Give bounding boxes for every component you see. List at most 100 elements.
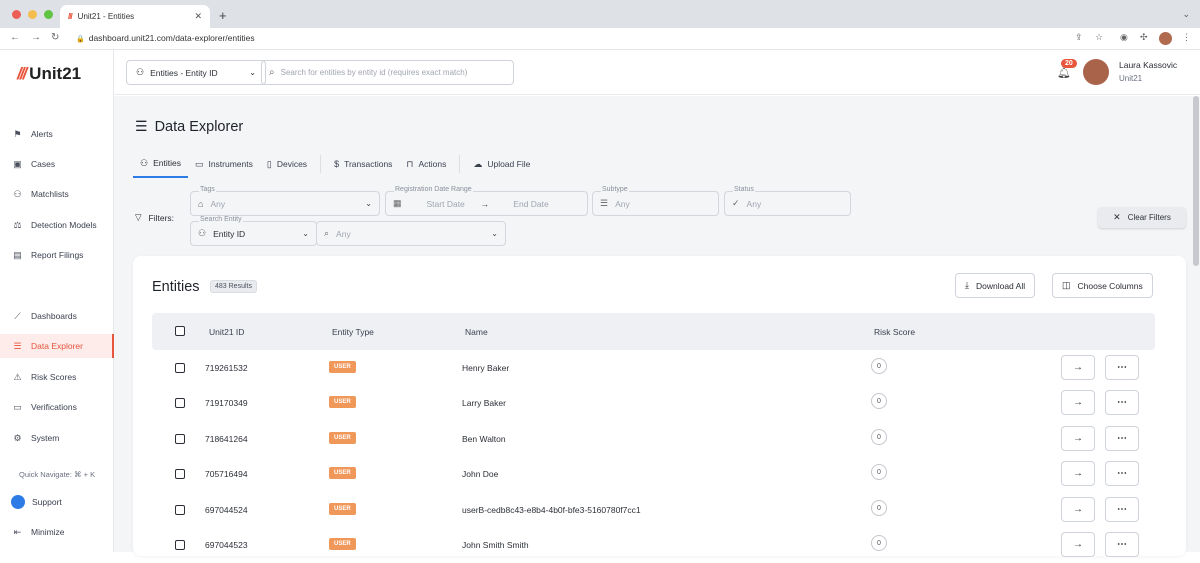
open-entity-arrow-button[interactable]: →	[1061, 390, 1095, 415]
open-entity-arrow-button[interactable]: →	[1061, 426, 1095, 451]
extension-icon[interactable]: ◉	[1120, 32, 1128, 43]
sidebar-item-report-filings[interactable]: ▤ Report Filings	[0, 243, 114, 267]
lock-icon: ⊓	[406, 158, 414, 169]
tab-devices[interactable]: ▯ Devices	[260, 150, 314, 178]
date-filter-label: Registration Date Range	[394, 186, 473, 193]
open-entity-arrow-button[interactable]: →	[1061, 497, 1095, 522]
status-filter-label: Status	[733, 186, 755, 193]
open-entity-arrow-button[interactable]: →	[1061, 532, 1095, 557]
sidebar-item-verifications[interactable]: ▭ Verifications	[0, 395, 114, 419]
sidebar-item-detection-models[interactable]: ⚖ Detection Models	[0, 213, 114, 237]
name-cell[interactable]: Larry Baker	[462, 398, 506, 408]
name-cell[interactable]: John Smith Smith	[462, 540, 529, 550]
reload-icon[interactable]: ↻	[51, 32, 59, 43]
sidebar-item-alerts[interactable]: ⚑ Alerts	[0, 122, 114, 146]
maximize-window-button[interactable]	[44, 10, 53, 19]
end-date-field[interactable]: End Date	[513, 199, 548, 209]
share-icon[interactable]: ⇪	[1075, 32, 1083, 43]
sidebar-item-matchlists[interactable]: ⚇ Matchlists	[0, 182, 114, 206]
sidebar-item-cases[interactable]: ▣ Cases	[0, 152, 114, 176]
user-icon: ⚇	[136, 67, 145, 77]
more-actions-button[interactable]: ⋯	[1105, 426, 1139, 451]
window-controls[interactable]	[12, 10, 53, 19]
more-actions-button[interactable]: ⋯	[1105, 497, 1139, 522]
open-entity-arrow-button[interactable]: →	[1061, 355, 1095, 380]
more-actions-button[interactable]: ⋯	[1105, 390, 1139, 415]
url-field[interactable]: 🔒 dashboard.unit21.com/data-explorer/enti…	[76, 33, 255, 43]
forward-icon[interactable]: →	[31, 32, 41, 43]
column-header-entity-type[interactable]: Entity Type	[332, 327, 374, 337]
browser-menu-icon[interactable]: ⋮	[1182, 32, 1191, 43]
close-window-button[interactable]	[12, 10, 21, 19]
sidebar-item-dashboards[interactable]: ⟋ Dashboards	[0, 304, 114, 328]
tab-upload-file[interactable]: ☁ Upload File	[466, 150, 537, 178]
table-row[interactable]: 719170349 USER Larry Baker 0 → ⋯	[152, 386, 1155, 421]
table-row[interactable]: 719261532 USER Henry Baker 0 → ⋯	[152, 351, 1155, 386]
open-entity-arrow-button[interactable]: →	[1061, 461, 1095, 486]
tab-divider	[459, 155, 461, 173]
tags-filter[interactable]: Tags ⌂ Any ⌄	[190, 186, 380, 216]
search-entity-type-select[interactable]: Search Entity ⚇ Entity ID ⌄	[190, 216, 317, 246]
minimize-sidebar-button[interactable]: ⇤ Minimize	[0, 520, 114, 544]
status-filter[interactable]: Status ✓ Any	[724, 186, 851, 216]
row-checkbox[interactable]	[175, 363, 185, 373]
column-header-unit21-id[interactable]: Unit21 ID	[209, 327, 244, 337]
sidebar-item-risk-scores[interactable]: ⚠ Risk Scores	[0, 365, 114, 389]
entity-type-select[interactable]: ⚇ Entities - Entity ID ⌄	[126, 60, 266, 85]
minimize-window-button[interactable]	[28, 10, 37, 19]
table-row[interactable]: 705716494 USER John Doe 0 → ⋯	[152, 457, 1155, 492]
subtype-filter[interactable]: Subtype ☰ Any	[592, 186, 719, 216]
row-checkbox[interactable]	[175, 540, 185, 550]
clear-filters-button[interactable]: ✕ Clear Filters	[1098, 207, 1186, 228]
tab-actions[interactable]: ⊓ Actions	[399, 150, 453, 178]
start-date-field[interactable]: Start Date	[427, 199, 465, 209]
more-actions-button[interactable]: ⋯	[1105, 461, 1139, 486]
puzzle-icon[interactable]: ✣	[1140, 32, 1148, 43]
registration-date-filter[interactable]: Registration Date Range ▦ Start Date → E…	[385, 186, 588, 216]
sidebar-item-data-explorer[interactable]: ☰ Data Explorer	[0, 334, 114, 358]
tab-list-chevron-icon[interactable]: ⌄	[1182, 9, 1190, 20]
choose-columns-button[interactable]: ◫ Choose Columns	[1052, 273, 1153, 298]
unit21-logo[interactable]: ///Unit21	[17, 64, 81, 84]
entity-select-value: Entities - Entity ID	[150, 67, 218, 78]
more-actions-button[interactable]: ⋯	[1105, 532, 1139, 557]
table-row[interactable]: 697044524 USER userB-cedb8c43-e8b4-4b0f-…	[152, 493, 1155, 528]
user-name[interactable]: Laura Kassovic	[1119, 60, 1177, 70]
table-row[interactable]: 718641264 USER Ben Walton 0 → ⋯	[152, 422, 1155, 457]
download-all-button[interactable]: ⤓ Download All	[955, 273, 1036, 298]
row-checkbox[interactable]	[175, 434, 185, 444]
close-tab-icon[interactable]: ✕	[194, 11, 202, 22]
support-button[interactable]: Support	[0, 490, 114, 514]
browser-tab[interactable]: /// Unit21 - Entities ✕	[60, 5, 210, 28]
name-cell[interactable]: userB-cedb8c43-e8b4-4b0f-bfe3-5160780f7c…	[462, 505, 641, 515]
sidebar-item-system[interactable]: ⚙ System	[0, 426, 114, 450]
tab-transactions[interactable]: $ Transactions	[327, 150, 399, 178]
entity-search-input[interactable]: ⌕ Search for entities by entity id (requi…	[261, 60, 514, 85]
row-checkbox[interactable]	[175, 398, 185, 408]
tab-entities[interactable]: ⚇ Entities	[133, 150, 188, 178]
more-actions-button[interactable]: ⋯	[1105, 355, 1139, 380]
new-tab-icon[interactable]: +	[219, 8, 227, 23]
page-scrollbar[interactable]	[1192, 96, 1200, 552]
row-checkbox[interactable]	[175, 469, 185, 479]
row-checkbox[interactable]	[175, 505, 185, 515]
search-entity-input[interactable]: ⌕ Any ⌄	[316, 221, 506, 246]
name-cell[interactable]: Henry Baker	[462, 363, 509, 373]
table-header: Unit21 ID Entity Type Name Risk Score	[152, 313, 1155, 350]
sidebar-item-label: Detection Models	[31, 220, 97, 230]
column-header-risk-score[interactable]: Risk Score	[874, 327, 915, 337]
user-avatar[interactable]	[1083, 59, 1109, 85]
table-row[interactable]: 697044523 USER John Smith Smith 0 → ⋯	[152, 528, 1155, 563]
sidebar: ///Unit21 ⚑ Alerts ▣ Cases ⚇ Matchlists ⚖ De…	[0, 50, 114, 552]
bookmark-star-icon[interactable]: ☆	[1095, 32, 1103, 43]
column-header-name[interactable]: Name	[465, 327, 488, 337]
browser-profile-avatar[interactable]	[1159, 32, 1172, 45]
select-all-checkbox[interactable]	[175, 326, 185, 336]
tab-instruments[interactable]: ▭ Instruments	[188, 150, 260, 178]
name-cell[interactable]: Ben Walton	[462, 434, 506, 444]
back-icon[interactable]: ←	[10, 32, 20, 43]
sidebar-item-label: Alerts	[31, 129, 53, 139]
scrollbar-thumb[interactable]	[1193, 96, 1199, 266]
user-icon: ⚇	[140, 157, 149, 168]
name-cell[interactable]: John Doe	[462, 469, 498, 479]
